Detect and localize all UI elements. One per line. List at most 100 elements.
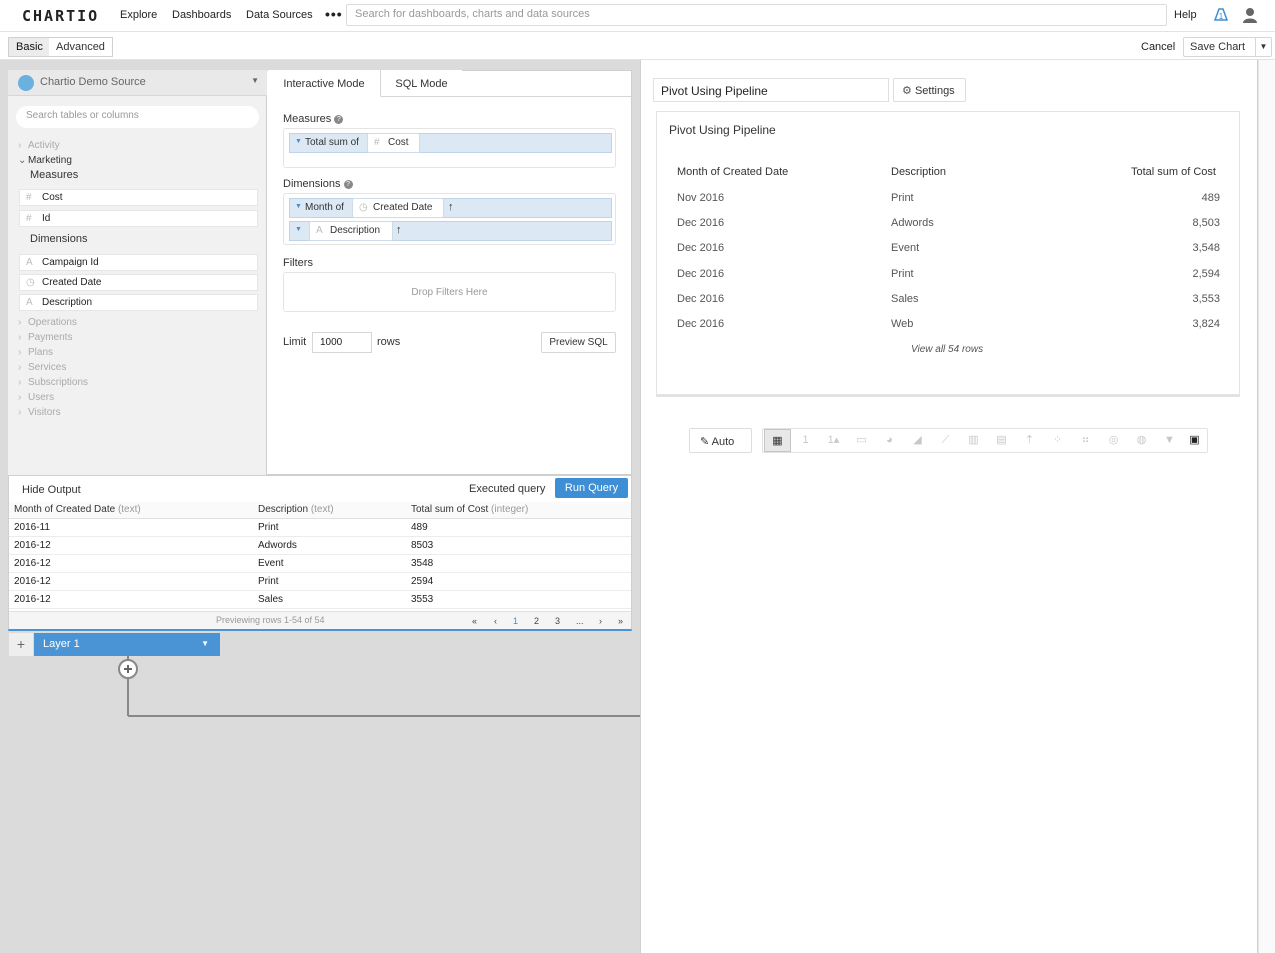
- dimension-chip-description[interactable]: ▼ A Description ↑: [289, 221, 612, 241]
- field-created-date[interactable]: ◷ Created Date: [19, 274, 258, 291]
- save-chart-button[interactable]: Save Chart ▼: [1183, 37, 1272, 57]
- layer-tab[interactable]: Layer 1 ▼: [34, 633, 220, 656]
- pie-icon[interactable]: ◕: [876, 429, 903, 452]
- advanced-mode-button[interactable]: Advanced: [49, 37, 113, 57]
- nav-data-sources[interactable]: Data Sources: [246, 9, 313, 21]
- auto-chart-button[interactable]: ✎ Auto: [689, 428, 752, 453]
- tables-search-input[interactable]: Search tables or columns: [16, 106, 259, 128]
- world-map-icon[interactable]: ◍: [1128, 429, 1155, 452]
- geo-icon[interactable]: ◎: [1100, 429, 1127, 452]
- clock-icon: ◷: [359, 202, 368, 213]
- dimension-field-chip[interactable]: A Description: [309, 221, 393, 241]
- dimensions-group-label: Dimensions: [30, 233, 88, 245]
- pager-page-3[interactable]: 3: [555, 616, 560, 626]
- tab-sql-mode[interactable]: SQL Mode: [381, 70, 462, 97]
- chevron-right-icon: ›: [18, 140, 22, 151]
- sort-ascending-icon[interactable]: ↑: [396, 224, 402, 236]
- measure-chip[interactable]: ▼ Total sum of # Cost: [289, 133, 612, 153]
- more-menu-icon[interactable]: •••: [325, 6, 343, 22]
- preview-column-header: Month of Created Date: [677, 166, 789, 178]
- field-description[interactable]: A Description: [19, 294, 258, 311]
- global-search-input[interactable]: Search for dashboards, charts and data s…: [346, 4, 1167, 26]
- pager-last[interactable]: »: [618, 616, 623, 626]
- measures-label: Measures ?: [283, 113, 344, 125]
- table-subscriptions[interactable]: › Subscriptions: [18, 377, 88, 388]
- table-icon[interactable]: ▦: [764, 429, 791, 452]
- sort-ascending-icon[interactable]: ↑: [448, 201, 454, 213]
- filters-drop-zone[interactable]: Drop Filters Here: [283, 272, 616, 312]
- pivot-table-icon[interactable]: ▣: [1181, 429, 1208, 452]
- view-all-rows-link[interactable]: View all 54 rows: [911, 344, 983, 355]
- bar-line-icon[interactable]: ▤: [988, 429, 1015, 452]
- trend-value-icon[interactable]: 1▴: [820, 429, 847, 452]
- table-operations[interactable]: › Operations: [18, 317, 77, 328]
- rows-label: rows: [377, 336, 401, 348]
- pager-next[interactable]: ›: [599, 616, 602, 626]
- table-marketing[interactable]: ⌄ Marketing: [18, 155, 72, 166]
- user-icon[interactable]: [1241, 6, 1259, 24]
- editor-toolbar: Basic Advanced Cancel Save Chart ▼: [0, 32, 1275, 60]
- area-icon[interactable]: ◢: [904, 429, 931, 452]
- cancel-button[interactable]: Cancel: [1141, 41, 1175, 53]
- preview-rows-text: Previewing rows 1-54 of 54: [216, 615, 325, 625]
- field-cost[interactable]: # Cost: [19, 189, 258, 206]
- table-users[interactable]: › Users: [18, 392, 54, 403]
- run-query-button[interactable]: Run Query: [555, 478, 628, 498]
- table-visitors[interactable]: › Visitors: [18, 407, 61, 418]
- preview-cell: 489: [1201, 192, 1220, 204]
- bubble-icon[interactable]: ⠶: [1072, 429, 1099, 452]
- chevron-right-icon: ›: [18, 377, 22, 388]
- save-chart-label: Save Chart: [1190, 41, 1246, 53]
- line-icon[interactable]: ⟋: [932, 429, 959, 452]
- chartio-logo[interactable]: CHARTIO: [22, 7, 99, 25]
- chevron-down-icon[interactable]: ▼: [201, 639, 209, 648]
- single-value-icon[interactable]: 1: [792, 429, 819, 452]
- preview-cell: 2,594: [1192, 268, 1220, 280]
- limit-input[interactable]: 1000: [312, 332, 372, 353]
- scatter-icon[interactable]: ⁘: [1044, 429, 1071, 452]
- progress-bar-icon[interactable]: ▭: [848, 429, 875, 452]
- chevron-down-icon[interactable]: ▼: [295, 138, 302, 145]
- pager-prev[interactable]: ‹: [494, 616, 497, 626]
- field-id[interactable]: # Id: [19, 210, 258, 227]
- dimension-field-chip[interactable]: ◷ Created Date: [352, 198, 444, 218]
- pager-page-2[interactable]: 2: [534, 616, 539, 626]
- chevron-down-icon[interactable]: ▼: [295, 226, 302, 233]
- table-activity[interactable]: › Activity: [18, 140, 60, 151]
- preview-sql-button[interactable]: Preview SQL: [541, 332, 616, 353]
- help-icon[interactable]: ?: [334, 114, 344, 124]
- nav-explore[interactable]: Explore: [120, 9, 157, 21]
- hide-output-button[interactable]: Hide Output: [22, 484, 81, 496]
- nav-dashboards[interactable]: Dashboards: [172, 9, 231, 21]
- funnel-bar-icon[interactable]: ⇡: [1016, 429, 1043, 452]
- table-plans[interactable]: › Plans: [18, 347, 53, 358]
- data-source-name: Chartio Demo Source: [40, 76, 146, 88]
- dimension-chip-created-date[interactable]: ▼ Month of ◷ Created Date ↑: [289, 198, 612, 218]
- chevron-down-icon[interactable]: ▼: [295, 203, 302, 210]
- tab-interactive-mode[interactable]: Interactive Mode: [268, 70, 381, 97]
- field-campaign-id[interactable]: A Campaign Id: [19, 254, 258, 271]
- save-options-caret-icon[interactable]: ▼: [1255, 38, 1271, 56]
- bar-icon[interactable]: ▥: [960, 429, 987, 452]
- funnel-icon[interactable]: ▼: [1156, 429, 1183, 452]
- measure-field-chip[interactable]: # Cost: [367, 133, 420, 153]
- pager-first[interactable]: «: [472, 616, 477, 626]
- data-source-select[interactable]: Chartio Demo Source ▼: [8, 70, 267, 96]
- notifications-icon[interactable]: 1: [1212, 6, 1230, 24]
- chart-title-input[interactable]: Pivot Using Pipeline: [653, 78, 889, 102]
- output-header-row: Month of Created Date (text) Description…: [9, 502, 631, 519]
- basic-mode-button[interactable]: Basic: [8, 37, 51, 57]
- preview-column-header: Total sum of Cost: [1131, 166, 1216, 178]
- data-source-icon: [18, 75, 34, 91]
- measure-aggregation[interactable]: Total sum of: [305, 137, 359, 148]
- dimension-aggregation[interactable]: Month of: [305, 202, 344, 213]
- scrollbar[interactable]: [1258, 60, 1275, 953]
- help-icon[interactable]: ?: [343, 179, 353, 189]
- table-services[interactable]: › Services: [18, 362, 66, 373]
- chevron-right-icon: ›: [18, 362, 22, 373]
- help-link[interactable]: Help: [1174, 9, 1197, 21]
- add-layer-button[interactable]: +: [9, 633, 33, 656]
- pager-page-1[interactable]: 1: [513, 616, 518, 626]
- settings-button[interactable]: ⚙ Settings: [893, 78, 966, 102]
- table-payments[interactable]: › Payments: [18, 332, 72, 343]
